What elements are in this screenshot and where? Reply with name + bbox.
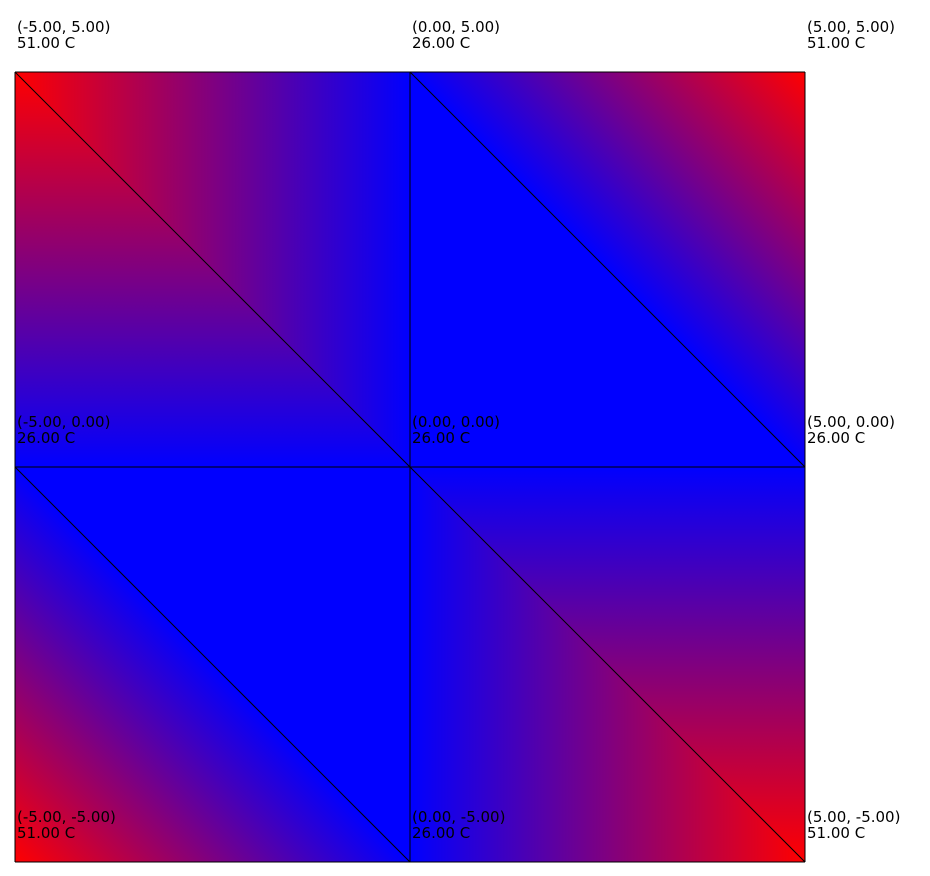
node-label: (5.00, 0.00) 26.00 C [807, 414, 895, 446]
node-label: (-5.00, 0.00) 26.00 C [17, 414, 110, 446]
node-label: (0.00, 0.00) 26.00 C [412, 414, 500, 446]
node-coordinate: (0.00, 0.00) [412, 413, 501, 431]
node-temperature: 26.00 C [412, 824, 471, 842]
node-temperature: 51.00 C [807, 34, 866, 52]
node-coordinate: (0.00, -5.00) [412, 808, 506, 826]
node-coordinate: (0.00, 5.00) [412, 18, 501, 36]
node-temperature: 26.00 C [412, 429, 471, 447]
node-label: (-5.00, 5.00) 51.00 C [17, 19, 110, 51]
node-temperature: 26.00 C [412, 34, 471, 52]
node-label: (5.00, -5.00) 51.00 C [807, 809, 900, 841]
node-temperature: 26.00 C [17, 429, 76, 447]
node-label: (0.00, -5.00) 26.00 C [412, 809, 505, 841]
node-coordinate: (5.00, -5.00) [807, 808, 901, 826]
node-coordinate: (5.00, 0.00) [807, 413, 896, 431]
node-label: (0.00, 5.00) 26.00 C [412, 19, 500, 51]
node-coordinate: (-5.00, 0.00) [17, 413, 111, 431]
node-temperature: 51.00 C [17, 824, 76, 842]
node-coordinate: (5.00, 5.00) [807, 18, 896, 36]
node-temperature: 51.00 C [17, 34, 76, 52]
node-coordinate: (-5.00, 5.00) [17, 18, 111, 36]
node-temperature: 26.00 C [807, 429, 866, 447]
node-coordinate: (-5.00, -5.00) [17, 808, 116, 826]
node-temperature: 51.00 C [807, 824, 866, 842]
node-label: (-5.00, -5.00) 51.00 C [17, 809, 116, 841]
node-label: (5.00, 5.00) 51.00 C [807, 19, 895, 51]
